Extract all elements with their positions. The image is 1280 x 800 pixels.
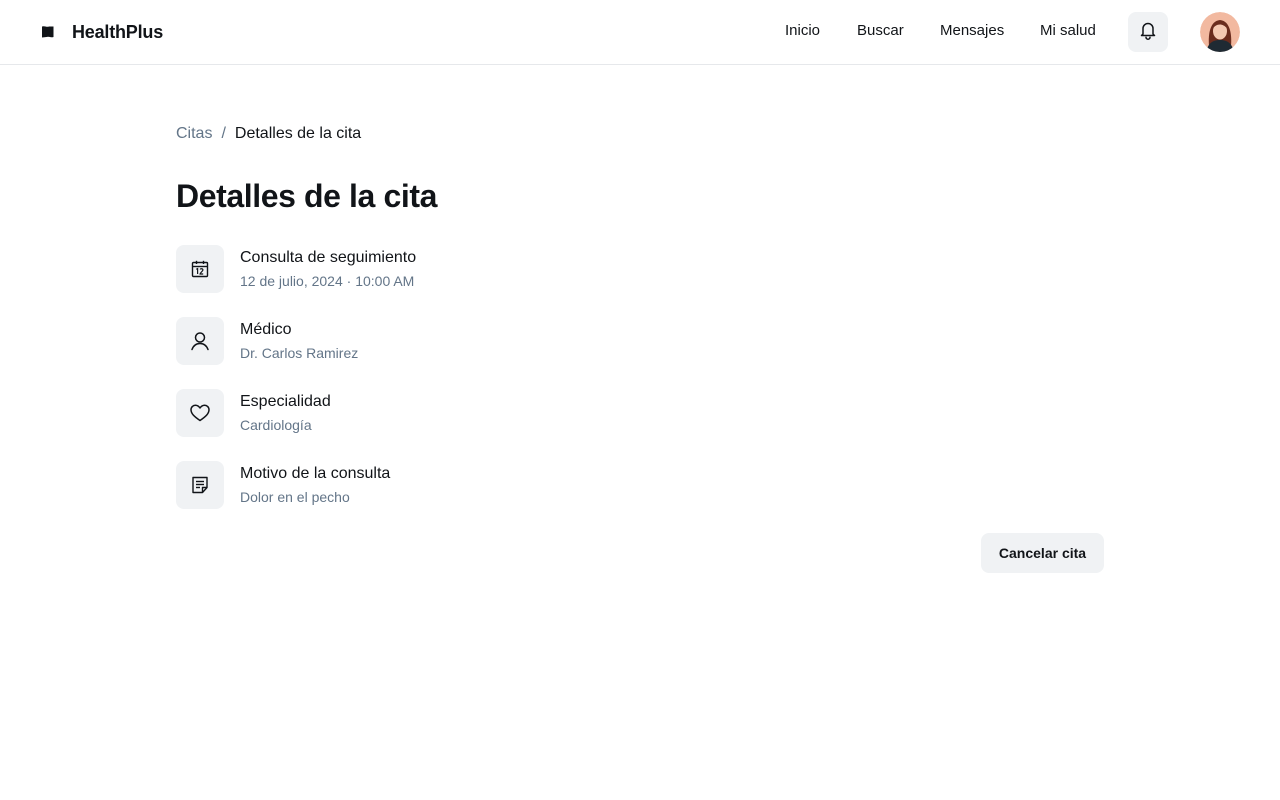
detail-value: Dolor en el pecho (240, 489, 350, 505)
detail-label: Médico (240, 321, 292, 338)
page-title: Detalles de la cita (176, 178, 437, 214)
bell-icon (1138, 20, 1158, 45)
nav-mi-salud[interactable]: Mi salud (1040, 22, 1096, 42)
app-name: HealthPlus (72, 21, 164, 42)
top-navigation-bar: HealthPlus Inicio Buscar Mensajes Mi sal… (0, 0, 1280, 65)
note-icon (176, 461, 224, 509)
breadcrumb-current: Detalles de la cita (234, 125, 362, 142)
brand[interactable]: HealthPlus (40, 20, 163, 44)
cancel-appointment-button[interactable]: Cancelar cita (981, 533, 1104, 573)
detail-label: Especialidad (240, 393, 331, 410)
calendar-icon (176, 245, 224, 293)
detail-label: Motivo de la consulta (240, 465, 391, 482)
detail-specialty: Especialidad Cardiología (176, 389, 776, 437)
nav-buscar[interactable]: Buscar (857, 22, 904, 42)
user-avatar[interactable] (1200, 12, 1240, 52)
detail-value: 12 de julio, 2024 · 10:00 AM (240, 273, 415, 289)
nav-inicio[interactable]: Inicio (785, 22, 820, 42)
breadcrumb-separator: / (221, 125, 226, 142)
detail-value: Dr. Carlos Ramirez (240, 345, 359, 361)
detail-doctor: Médico Dr. Carlos Ramirez (176, 317, 776, 365)
breadcrumb-citas-link[interactable]: Citas (176, 125, 212, 143)
detail-reason: Motivo de la consulta Dolor en el pecho (176, 461, 776, 509)
user-icon (176, 317, 224, 365)
notifications-button[interactable] (1128, 12, 1168, 52)
heart-icon (176, 389, 224, 437)
detail-appointment: Consulta de seguimiento 12 de julio, 202… (176, 245, 776, 293)
nav-mensajes[interactable]: Mensajes (940, 22, 1004, 42)
detail-value: Cardiología (240, 417, 312, 433)
detail-label: Consulta de seguimiento (240, 249, 417, 266)
flag-icon (40, 24, 56, 40)
breadcrumb: Citas / Detalles de la cita (176, 123, 361, 145)
